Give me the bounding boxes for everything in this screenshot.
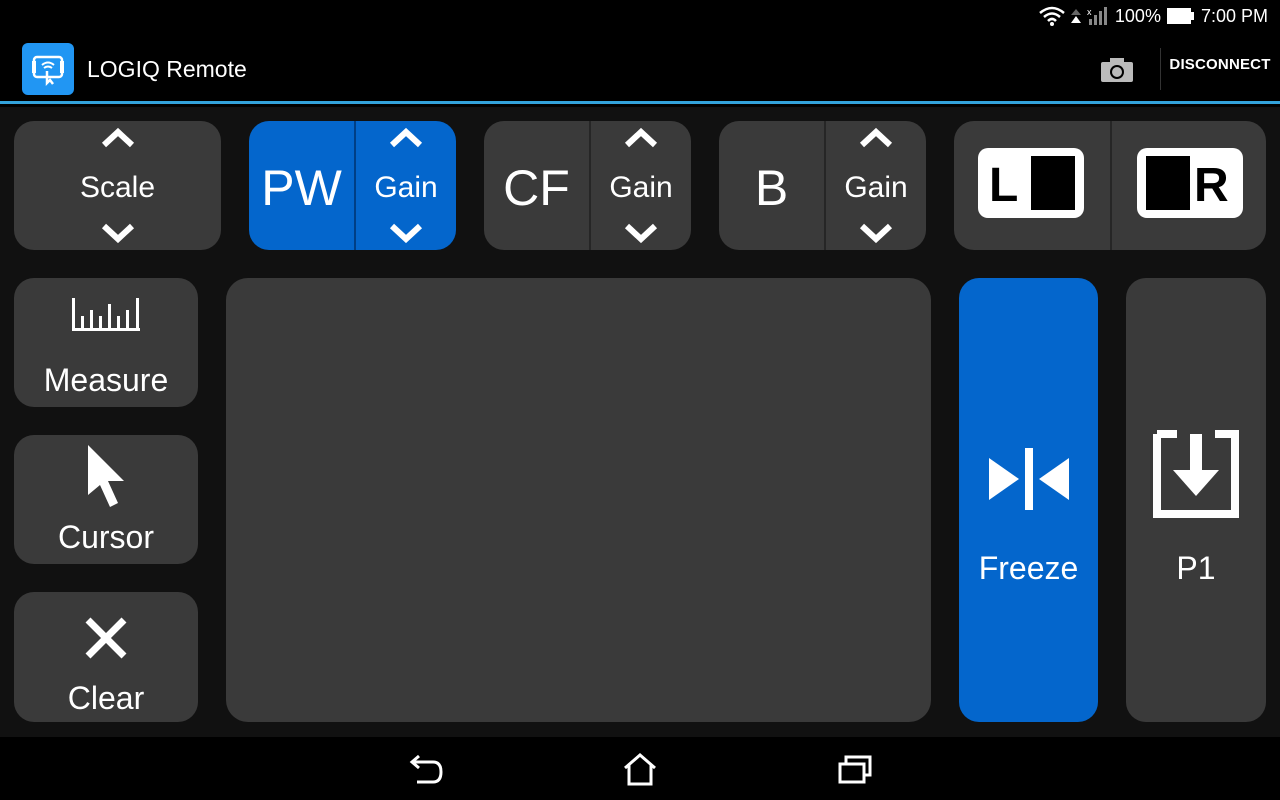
app-logo-icon [22,43,74,95]
chevron-up-icon[interactable] [100,127,136,151]
scale-control[interactable]: Scale [14,121,221,250]
measure-button[interactable]: Measure [14,278,198,407]
left-image-button[interactable]: L [954,121,1110,250]
nav-home-button[interactable] [620,749,660,789]
battery-percent: 100% [1114,5,1161,26]
pw-gain-control[interactable]: Gain [354,121,456,250]
nav-recents-button[interactable] [835,749,875,789]
p1-button[interactable]: P1 [1126,278,1266,722]
pw-gain-label: Gain [374,171,438,204]
cf-mode-control: CF Gain [484,121,691,250]
b-gain-control[interactable]: Gain [824,121,926,250]
right-image-icon: R [1137,148,1243,218]
status-bar: x 100% 7:00 PM [0,0,1280,32]
data-transfer-icon [1070,9,1081,23]
clear-label: Clear [67,680,145,716]
pw-mode-control: PW Gain [249,121,456,250]
chevron-down-icon[interactable] [623,220,659,244]
nav-back-button[interactable] [405,749,445,789]
wifi-icon [1039,6,1065,26]
b-gain-label: Gain [844,171,908,204]
back-icon [409,754,443,784]
status-icons: x 100% 7:00 PM [1039,0,1268,32]
scale-label: Scale [79,171,156,204]
chevron-up-icon[interactable] [858,127,894,151]
remote-panel: Scale PW Gain CF Gain B Gain L R Measure… [0,107,1280,737]
battery-icon [1166,8,1194,24]
cf-mode-button[interactable]: CF [484,121,589,250]
chevron-down-icon[interactable] [100,220,136,244]
cursor-button[interactable]: Cursor [14,435,198,564]
close-x-icon [85,617,127,659]
chevron-down-icon[interactable] [858,220,894,244]
cursor-arrow-icon [88,445,124,507]
cell-signal-icon: x [1087,7,1107,25]
disconnect-button[interactable]: DISCONNECT [1160,56,1280,73]
b-mode-control: B Gain [719,121,926,250]
b-mode-button[interactable]: B [719,121,824,250]
p1-label: P1 [1176,550,1216,586]
freeze-icon [988,448,1069,510]
ruler-icon [72,298,140,331]
left-letter: L [989,159,1018,212]
save-download-icon [1153,430,1239,518]
measure-label: Measure [43,362,169,398]
clear-button[interactable]: Clear [14,592,198,722]
chevron-down-icon[interactable] [388,220,424,244]
cf-mode-label: CF [503,160,570,216]
svg-text:x: x [1087,7,1092,17]
clock: 7:00 PM [1200,5,1268,26]
recents-icon [838,755,872,784]
camera-icon [1101,58,1133,82]
chevron-up-icon[interactable] [623,127,659,151]
app-title: LOGIQ Remote [87,56,247,82]
cursor-label: Cursor [57,519,154,555]
screenshot-button[interactable] [1096,54,1138,86]
pw-mode-button[interactable]: PW [249,121,354,250]
app-bar: LOGIQ Remote DISCONNECT [0,32,1280,104]
cf-gain-control[interactable]: Gain [589,121,691,250]
touchpad[interactable] [226,278,931,722]
freeze-button[interactable]: Freeze [959,278,1098,722]
right-image-button[interactable]: R [1110,121,1266,250]
system-nav-bar [0,737,1280,800]
home-icon [624,753,656,786]
cf-gain-label: Gain [609,171,673,204]
right-letter: R [1194,159,1229,212]
chevron-up-icon[interactable] [388,127,424,151]
lr-layout-control: L R [954,121,1266,250]
b-mode-label: B [754,160,789,216]
left-image-icon: L [978,148,1084,218]
freeze-label: Freeze [978,550,1079,586]
pw-mode-label: PW [261,160,342,216]
